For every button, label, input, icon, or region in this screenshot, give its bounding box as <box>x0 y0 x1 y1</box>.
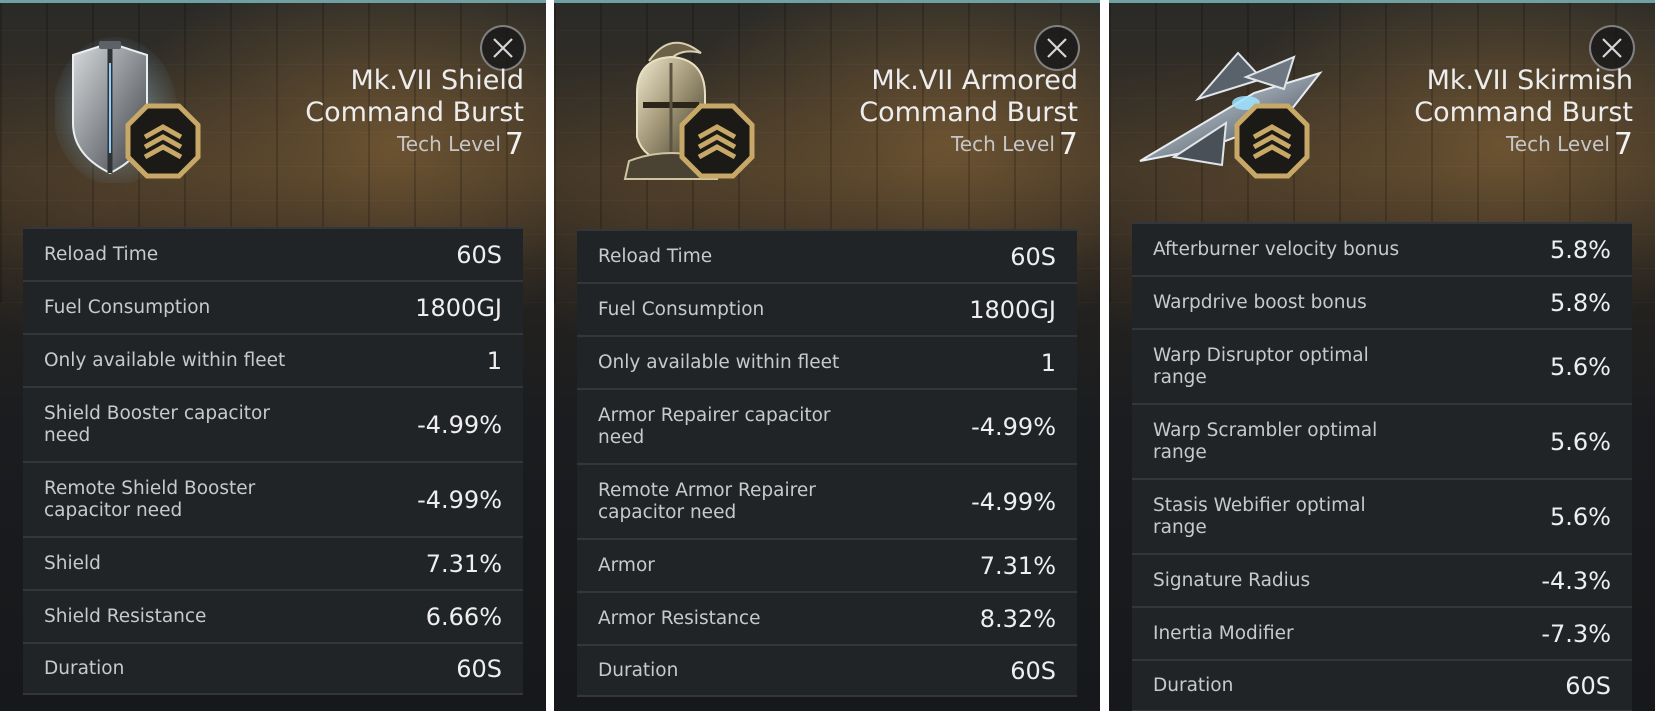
stat-row: Shield Booster capacitor need -4.99% <box>23 386 523 461</box>
item-title: Mk.VII Skirmish Command Burst <box>1414 65 1633 128</box>
stat-value: 60S <box>1565 671 1611 700</box>
shield-command-burst-panel: Mk.VII Shield Command Burst Tech Level 7 … <box>0 0 546 711</box>
stat-label: Reload Time <box>44 243 159 265</box>
tech-level-value: 7 <box>504 127 524 162</box>
stat-value: 5.6% <box>1550 502 1611 531</box>
stat-value: 8.32% <box>979 604 1056 633</box>
stat-row: Warpdrive boost bonus 5.8% <box>1132 275 1632 328</box>
stat-row: Armor Resistance 8.32% <box>577 591 1077 644</box>
stats-table: Afterburner velocity bonus 5.8% Warpdrive… <box>1132 222 1632 711</box>
stat-label: Stasis Webifier optimal range <box>1153 494 1366 538</box>
stat-row: Reload Time 60S <box>577 229 1077 282</box>
stat-label: Warp Scrambler optimal range <box>1153 419 1378 463</box>
stat-row: Shield Resistance 6.66% <box>23 589 523 642</box>
skirmish-command-burst-panel: Mk.VII Skirmish Command Burst Tech Level… <box>1109 0 1655 711</box>
stat-value: -7.3% <box>1541 619 1611 648</box>
stat-row: Stasis Webifier optimal range 5.6% <box>1132 478 1632 553</box>
stat-value: 7.31% <box>425 549 502 578</box>
close-icon <box>1047 38 1067 58</box>
stat-value: 5.8% <box>1550 235 1611 264</box>
stat-label: Shield Resistance <box>44 605 207 627</box>
stat-label: Shield <box>44 552 101 574</box>
item-title: Mk.VII Armored Command Burst <box>859 65 1078 128</box>
stat-label: Fuel Consumption <box>44 296 211 318</box>
stat-label: Reload Time <box>598 245 713 267</box>
stat-value: 1800GJ <box>415 293 502 322</box>
stat-value: -4.99% <box>971 412 1056 441</box>
tech-level-value: 7 <box>1058 127 1078 162</box>
stat-row: Remote Shield Booster capacitor need -4.9… <box>23 461 523 536</box>
stats-table: Reload Time 60S Fuel Consumption 1800GJ On… <box>577 229 1077 697</box>
item-title: Mk.VII Shield Command Burst <box>305 65 524 128</box>
stat-row: Fuel Consumption 1800GJ <box>23 280 523 333</box>
stat-row: Afterburner velocity bonus 5.8% <box>1132 222 1632 275</box>
stat-label: Armor <box>598 554 655 576</box>
stat-value: 60S <box>456 240 502 269</box>
stat-value: -4.99% <box>417 410 502 439</box>
stat-value: 1 <box>1040 348 1056 377</box>
rank-chevron-badge-icon <box>125 103 201 179</box>
stat-value: 60S <box>456 654 502 683</box>
stat-label: Shield Booster capacitor need <box>44 402 270 446</box>
stat-row: Armor 7.31% <box>577 538 1077 591</box>
stat-label: Only available within fleet <box>44 349 286 371</box>
stat-label: Warpdrive boost bonus <box>1153 291 1367 313</box>
tech-level: Tech Level 7 <box>1506 129 1633 160</box>
tech-level-label: Tech Level <box>396 132 501 156</box>
stat-value: -4.3% <box>1541 566 1611 595</box>
close-icon <box>493 38 513 58</box>
stat-row: Duration 60S <box>1132 659 1632 711</box>
stat-row: Inertia Modifier -7.3% <box>1132 606 1632 659</box>
stat-row: Armor Repairer capacitor need -4.99% <box>577 388 1077 463</box>
stat-row: Duration 60S <box>23 642 523 695</box>
stat-row: Shield 7.31% <box>23 536 523 589</box>
stat-label: Afterburner velocity bonus <box>1153 238 1400 260</box>
stat-row: Only available within fleet 1 <box>23 333 523 386</box>
stat-value: 6.66% <box>425 602 502 631</box>
tech-level-label: Tech Level <box>1505 132 1610 156</box>
stat-label: Only available within fleet <box>598 351 840 373</box>
stat-value: -4.99% <box>971 487 1056 516</box>
stat-value: 5.8% <box>1550 288 1611 317</box>
stat-row: Only available within fleet 1 <box>577 335 1077 388</box>
stat-value: 1800GJ <box>969 295 1056 324</box>
stat-value: 60S <box>1010 242 1056 271</box>
tech-level-label: Tech Level <box>950 132 1055 156</box>
tech-level-value: 7 <box>1613 127 1633 162</box>
stat-row: Signature Radius -4.3% <box>1132 553 1632 606</box>
rank-chevron-badge-icon <box>1234 103 1310 179</box>
stat-label: Signature Radius <box>1153 569 1311 591</box>
stat-row: Reload Time 60S <box>23 227 523 280</box>
stat-label: Fuel Consumption <box>598 298 765 320</box>
stat-label: Warp Disruptor optimal range <box>1153 344 1369 388</box>
item-icon-wrap <box>55 33 205 183</box>
stat-row: Warp Disruptor optimal range 5.6% <box>1132 328 1632 403</box>
stat-row: Duration 60S <box>577 644 1077 697</box>
stat-label: Duration <box>1153 674 1234 696</box>
stat-value: 60S <box>1010 656 1056 685</box>
stats-table: Reload Time 60S Fuel Consumption 1800GJ On… <box>23 227 523 695</box>
stat-label: Remote Shield Booster capacitor need <box>44 477 256 521</box>
item-icon-wrap <box>1134 33 1323 183</box>
stat-label: Duration <box>598 659 679 681</box>
tech-level: Tech Level 7 <box>951 129 1078 160</box>
item-icon-wrap <box>609 33 759 183</box>
stat-label: Armor Resistance <box>598 607 761 629</box>
stat-value: 1 <box>486 346 502 375</box>
close-icon <box>1602 38 1622 58</box>
stat-value: -4.99% <box>417 485 502 514</box>
tech-level: Tech Level 7 <box>397 129 524 160</box>
stat-value: 5.6% <box>1550 427 1611 456</box>
stat-row: Remote Armor Repairer capacitor need -4.9… <box>577 463 1077 538</box>
stat-label: Remote Armor Repairer capacitor need <box>598 479 816 523</box>
armored-command-burst-panel: Mk.VII Armored Command Burst Tech Level 7… <box>554 0 1100 711</box>
stat-value: 7.31% <box>979 551 1056 580</box>
stat-row: Fuel Consumption 1800GJ <box>577 282 1077 335</box>
stat-value: 5.6% <box>1550 352 1611 381</box>
stat-label: Duration <box>44 657 125 679</box>
stat-label: Inertia Modifier <box>1153 622 1294 644</box>
stat-label: Armor Repairer capacitor need <box>598 404 831 448</box>
rank-chevron-badge-icon <box>679 103 755 179</box>
stat-row: Warp Scrambler optimal range 5.6% <box>1132 403 1632 478</box>
